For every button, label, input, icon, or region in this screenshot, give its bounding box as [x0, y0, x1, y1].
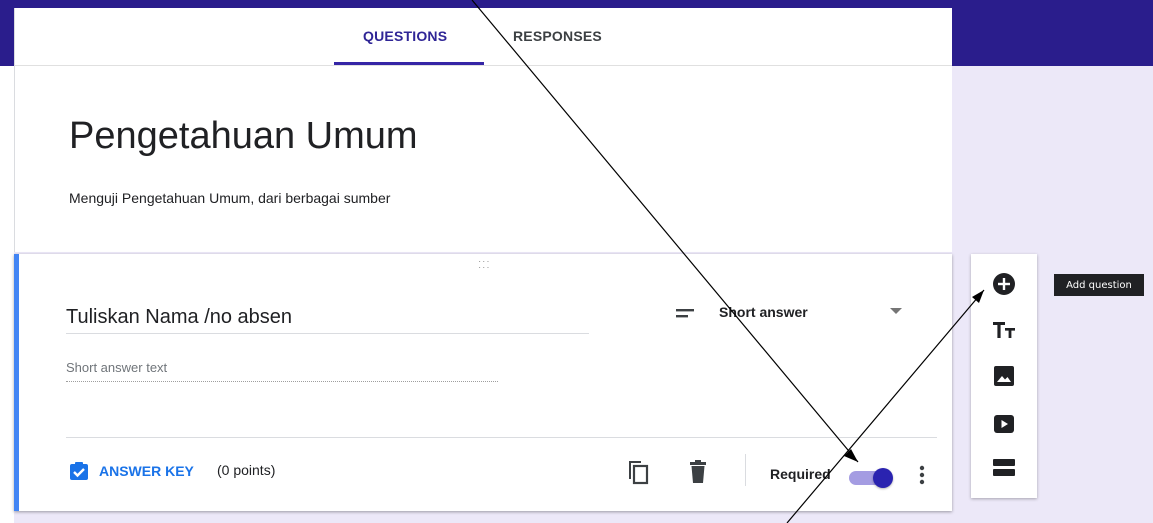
- form-description[interactable]: Menguji Pengetahuan Umum, dari berbagai …: [69, 190, 390, 206]
- drag-handle-icon[interactable]: ⋅⋅⋅ ⋅⋅⋅: [478, 258, 491, 274]
- question-card[interactable]: ⋅⋅⋅ ⋅⋅⋅ Tuliskan Nama /no absen Short ans…: [14, 254, 952, 511]
- add-question-tooltip: Add question: [1054, 274, 1144, 296]
- answer-key-label: ANSWER KEY: [99, 463, 194, 479]
- add-title-icon[interactable]: [992, 318, 1016, 342]
- required-toggle[interactable]: [849, 467, 893, 489]
- form-title[interactable]: Pengetahuan Umum: [69, 115, 418, 158]
- tab-bar: QUESTIONS RESPONSES: [15, 8, 952, 66]
- add-image-icon[interactable]: [992, 364, 1016, 388]
- active-tab-indicator: [334, 62, 484, 65]
- question-title-field[interactable]: Tuliskan Nama /no absen: [66, 306, 589, 334]
- tab-responses[interactable]: RESPONSES: [513, 28, 602, 44]
- question-title-text: Tuliskan Nama /no absen: [66, 306, 293, 328]
- toggle-knob: [873, 468, 893, 488]
- left-margin-strip: [0, 66, 14, 523]
- duplicate-icon[interactable]: [627, 459, 649, 485]
- answer-key-icon: [70, 462, 88, 480]
- question-footer-divider: [66, 437, 937, 438]
- tab-questions[interactable]: QUESTIONS: [363, 28, 447, 44]
- short-answer-placeholder: Short answer text: [66, 360, 498, 382]
- add-video-icon[interactable]: [992, 412, 1016, 436]
- question-type-label: Short answer: [719, 304, 808, 320]
- more-options-icon[interactable]: [919, 464, 925, 486]
- short-answer-icon: [676, 309, 694, 318]
- add-section-icon[interactable]: [992, 456, 1016, 480]
- floating-toolbar: [971, 254, 1037, 498]
- answer-key-button[interactable]: ANSWER KEY: [69, 459, 194, 483]
- question-type-dropdown[interactable]: Short answer: [676, 302, 916, 330]
- chevron-down-icon: [890, 308, 902, 314]
- footer-separator: [745, 454, 746, 486]
- points-value: (0 points): [217, 462, 276, 478]
- add-question-icon[interactable]: [992, 272, 1016, 296]
- required-label: Required: [770, 466, 831, 482]
- delete-icon[interactable]: [689, 459, 707, 485]
- form-header-card: QUESTIONS RESPONSES Pengetahuan Umum Men…: [14, 8, 952, 252]
